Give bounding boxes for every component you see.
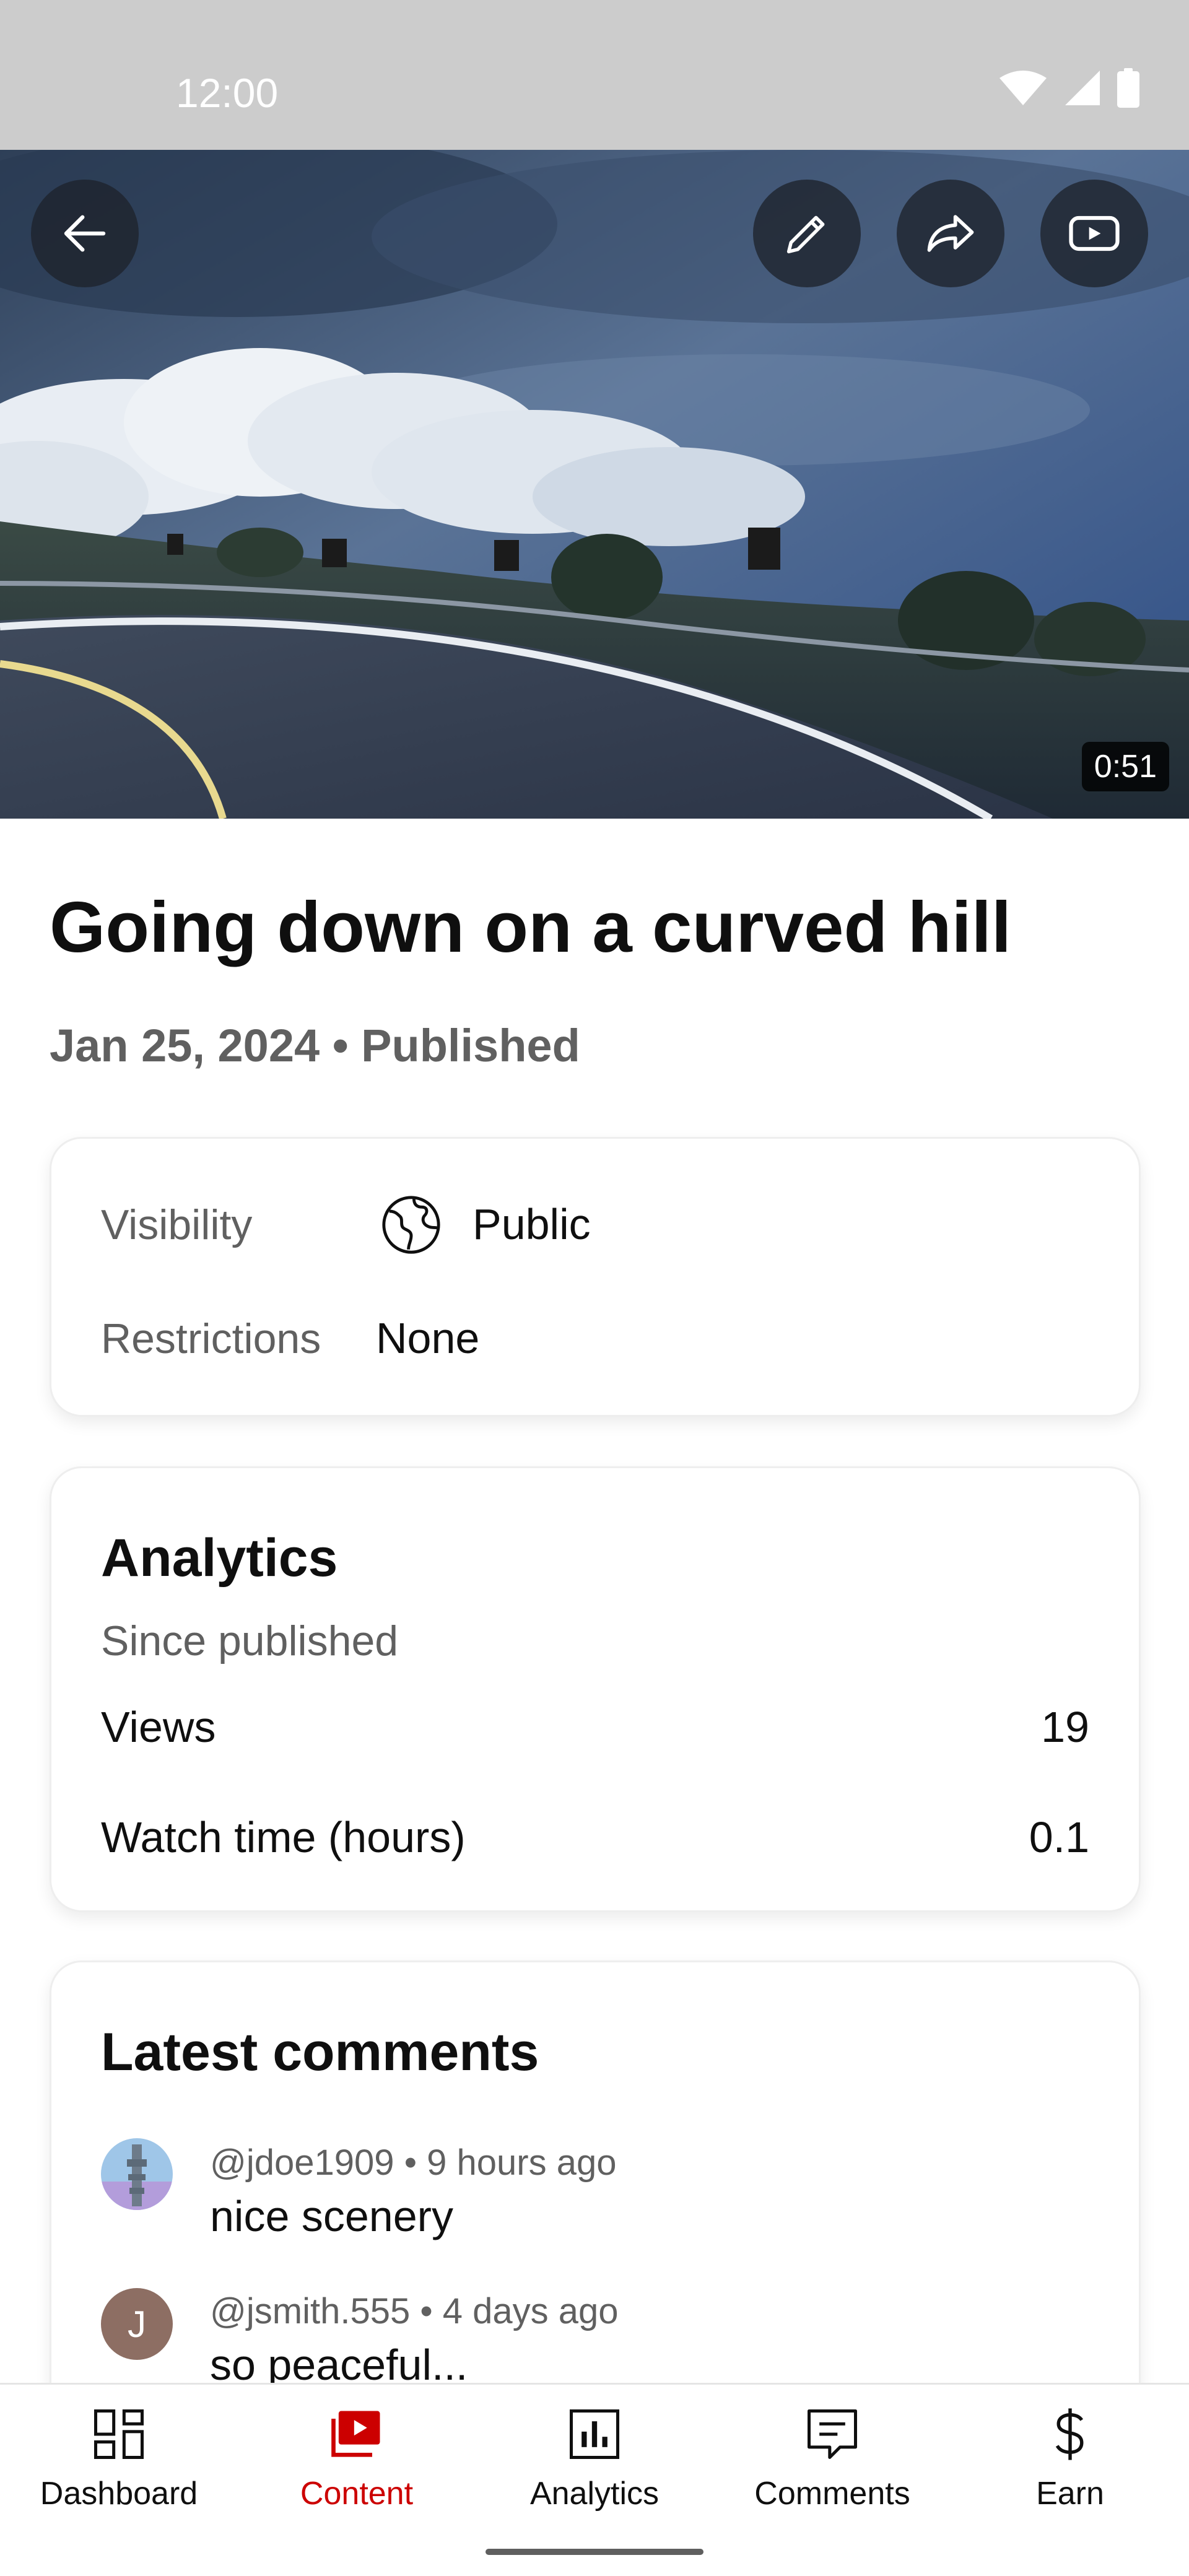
analytics-subtitle: Since published — [101, 1617, 399, 1664]
watch-time-value: 0.1 — [1029, 1813, 1089, 1861]
edit-pencil-icon — [786, 215, 825, 254]
analytics-title: Analytics — [101, 1528, 338, 1588]
views-label: Views — [101, 1703, 216, 1751]
views-value: 19 — [1041, 1703, 1089, 1751]
status-time: 12:00 — [176, 70, 279, 116]
comment-time: 9 hours ago — [427, 2143, 617, 2183]
comments-title: Latest comments — [101, 2022, 539, 2082]
comment-author[interactable]: @jdoe1909 — [210, 2143, 394, 2183]
dollar-icon — [1055, 2408, 1084, 2460]
watch-time-label: Watch time (hours) — [101, 1813, 466, 1861]
edit-button[interactable] — [753, 180, 861, 287]
nav-item-dashboard[interactable]: Dashboard — [0, 2385, 238, 2528]
comment-text: so peaceful... — [210, 2341, 468, 2389]
video-scene-image — [0, 150, 1189, 819]
video-title: Going down on a curved hill — [50, 887, 1012, 967]
avatar-image — [101, 2138, 173, 2210]
meta-separator: • — [332, 1020, 349, 1071]
gesture-area — [0, 2526, 1189, 2576]
meta-separator: • — [420, 2291, 433, 2331]
comment-meta: @jsmith.555 • 4 days ago — [210, 2291, 619, 2332]
restrictions-label: Restrictions — [101, 1315, 321, 1362]
video-thumbnail[interactable]: 0:51 — [0, 150, 1189, 819]
avatar: J — [101, 2288, 173, 2360]
video-details-card[interactable]: Visibility Public Restrictions None — [50, 1137, 1141, 1417]
battery-icon — [1117, 68, 1139, 108]
content-icon — [331, 2411, 380, 2457]
video-status: Published — [361, 1020, 580, 1071]
status-bar: 12:00 — [0, 0, 1189, 150]
visibility-label: Visibility — [101, 1201, 253, 1248]
comment-time: 4 days ago — [442, 2291, 619, 2331]
back-arrow-icon — [64, 215, 106, 252]
video-meta: Jan 25, 2024 • Published — [50, 1019, 580, 1072]
comment-meta: @jdoe1909 • 9 hours ago — [210, 2142, 616, 2183]
bottom-nav: Dashboard Content Analytics Comments Ear… — [0, 2383, 1189, 2526]
comment-author[interactable]: @jsmith.555 — [210, 2291, 410, 2331]
watch-on-youtube-button[interactable] — [1040, 180, 1148, 287]
nav-item-earn[interactable]: Earn — [951, 2385, 1189, 2528]
nav-label: Dashboard — [40, 2476, 198, 2512]
nav-label: Comments — [754, 2476, 910, 2512]
status-icons — [998, 68, 1139, 108]
restrictions-value: None — [376, 1314, 480, 1362]
dashboard-icon — [94, 2409, 144, 2459]
visibility-value: Public — [473, 1200, 591, 1248]
signal-icon — [1065, 71, 1100, 105]
analytics-icon — [570, 2409, 619, 2459]
analytics-card[interactable]: Analytics Since published Views 19 Watch… — [50, 1466, 1141, 1912]
nav-label: Content — [300, 2476, 414, 2512]
avatar — [101, 2138, 173, 2210]
nav-item-comments[interactable]: Comments — [713, 2385, 951, 2528]
wifi-icon — [1000, 71, 1047, 105]
avatar-letter: J — [128, 2303, 146, 2345]
share-icon — [927, 215, 974, 252]
video-date: Jan 25, 2024 — [50, 1020, 320, 1071]
meta-separator: • — [404, 2143, 417, 2183]
nav-label: Earn — [1036, 2476, 1104, 2512]
video-duration: 0:51 — [1081, 742, 1169, 791]
globe-icon — [382, 1196, 440, 1254]
gesture-handle[interactable] — [486, 2549, 703, 2555]
back-button[interactable] — [31, 180, 139, 287]
nav-label: Analytics — [529, 2476, 660, 2512]
youtube-play-icon — [1069, 215, 1120, 251]
comment-text: nice scenery — [210, 2192, 453, 2240]
nav-item-content[interactable]: Content — [238, 2385, 476, 2528]
share-button[interactable] — [897, 180, 1004, 287]
comments-icon — [808, 2409, 857, 2459]
nav-item-analytics[interactable]: Analytics — [476, 2385, 713, 2528]
